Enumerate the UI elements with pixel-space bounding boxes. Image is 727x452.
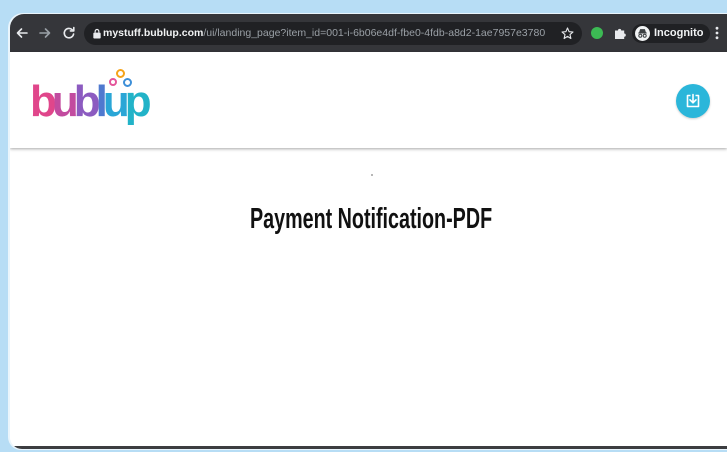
green-extension-icon[interactable] <box>591 27 603 39</box>
app-header: bublup <box>10 52 727 148</box>
browser-toolbar: mystuff.bublup.com/ui/landing_page?item_… <box>10 14 727 52</box>
download-button[interactable] <box>676 84 710 118</box>
logo-letter: b <box>30 77 57 126</box>
url-text[interactable]: mystuff.bublup.com/ui/landing_page?item_… <box>103 22 545 45</box>
address-bar[interactable]: mystuff.bublup.com/ui/landing_page?item_… <box>84 22 582 45</box>
title-container: Payment Notification-PDF <box>10 202 727 236</box>
logo-wordmark: bublup <box>30 77 152 127</box>
star-icon[interactable] <box>561 27 574 40</box>
download-icon <box>686 93 700 108</box>
bublup-logo[interactable]: bublup <box>30 68 160 132</box>
back-arrow-icon[interactable] <box>14 25 30 41</box>
logo-letter: u <box>102 77 130 126</box>
page-content: Payment Notification-PDF <box>10 148 727 446</box>
puzzle-extensions-icon[interactable] <box>613 26 627 40</box>
window-bottom-edge <box>10 446 727 449</box>
screenshot-backdrop: { "browser": { "mode": "incognito", "nav… <box>0 0 727 452</box>
page-title: Payment Notification-PDF <box>249 203 493 235</box>
logo-letter: u <box>51 77 79 126</box>
forward-arrow-icon[interactable] <box>37 25 53 41</box>
profile-label: Incognito <box>654 27 704 39</box>
logo-letter: p <box>124 77 152 126</box>
incognito-profile-button[interactable]: Incognito <box>632 24 710 43</box>
logo-letter: l <box>95 77 108 126</box>
url-path: /ui/landing_page?item_id=001-i-6b06e4df-… <box>203 27 546 39</box>
placeholder-dot <box>371 174 373 176</box>
incognito-icon <box>635 26 650 41</box>
kebab-menu-icon[interactable] <box>711 26 723 40</box>
url-domain: mystuff.bublup.com <box>103 27 204 39</box>
logo-letter: b <box>73 77 101 126</box>
reload-icon[interactable] <box>61 25 77 41</box>
lock-icon[interactable] <box>92 28 102 39</box>
browser-window: mystuff.bublup.com/ui/landing_page?item_… <box>10 14 727 449</box>
